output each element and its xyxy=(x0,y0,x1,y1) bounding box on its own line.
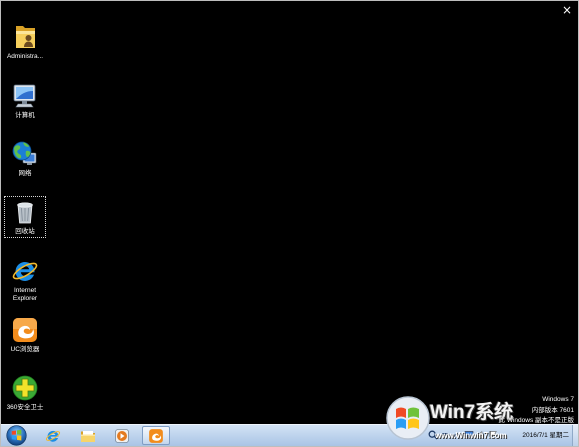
desktop-icon-internet-explorer[interactable]: Internet Explorer xyxy=(4,255,46,305)
os-name: Windows 7 xyxy=(542,396,574,403)
desktop-icon-360-safe[interactable]: 360安全卫士 xyxy=(4,372,46,414)
start-orb-icon xyxy=(6,425,27,446)
network-icon xyxy=(12,141,37,165)
close-button[interactable]: × xyxy=(561,4,573,16)
desktop-icon-label: 360安全卫士 xyxy=(6,404,44,411)
desktop-icon-network[interactable]: 网络 xyxy=(4,138,46,180)
internet-explorer-icon xyxy=(12,261,38,281)
desktop-icon-label: 网络 xyxy=(18,170,32,177)
uc-browser-icon xyxy=(149,428,163,443)
taskbar-button-media-player[interactable] xyxy=(108,426,136,445)
desktop-icon-administrator[interactable]: Administra... xyxy=(4,21,46,63)
taskbar-button-uc-browser[interactable] xyxy=(142,426,170,445)
desktop-icon-label: Administra... xyxy=(6,53,44,60)
windows-explorer-icon xyxy=(81,430,95,442)
not-genuine-warning: 此 Windows 副本不是正版 xyxy=(498,417,574,424)
desktop-icon-computer[interactable]: 计算机 xyxy=(4,80,46,122)
watermark-url: www.Winwin7.com xyxy=(435,431,507,440)
desktop-icon-uc-browser[interactable]: UC浏览器 xyxy=(4,314,46,356)
internet-explorer-icon xyxy=(45,430,61,442)
build-number: 内部版本 7601 xyxy=(531,406,574,414)
desktop-icon-label: 回收站 xyxy=(15,228,35,235)
clock-date[interactable]: 2016/7/1 星期二 xyxy=(522,432,569,440)
media-player-icon xyxy=(115,428,129,443)
show-desktop-button[interactable] xyxy=(572,425,578,446)
activation-notice: Windows 7 内部版本 7601 此 Windows 副本不是正版 xyxy=(499,395,574,427)
computer-icon xyxy=(13,84,36,108)
taskbar-button-internet-explorer[interactable] xyxy=(39,426,67,445)
start-button[interactable] xyxy=(6,425,27,446)
user-folder-icon xyxy=(16,26,35,48)
recycle-bin-icon xyxy=(17,202,33,224)
windows-logo-icon xyxy=(386,396,430,440)
desktop-icon-recycle-bin[interactable]: 回收站 xyxy=(4,196,46,238)
desktop-icon-label: Internet Explorer xyxy=(12,287,38,302)
desktop-icon-label: 计算机 xyxy=(15,112,35,119)
uc-browser-icon xyxy=(13,318,37,342)
close-icon: × xyxy=(561,3,573,17)
taskbar-button-windows-explorer[interactable] xyxy=(74,426,102,445)
desktop-icon-label: UC浏览器 xyxy=(10,346,40,353)
360-safe-icon xyxy=(12,375,38,401)
desktop[interactable]: × Administra... 计算机 网络 回收站 Internet Expl… xyxy=(0,0,579,447)
